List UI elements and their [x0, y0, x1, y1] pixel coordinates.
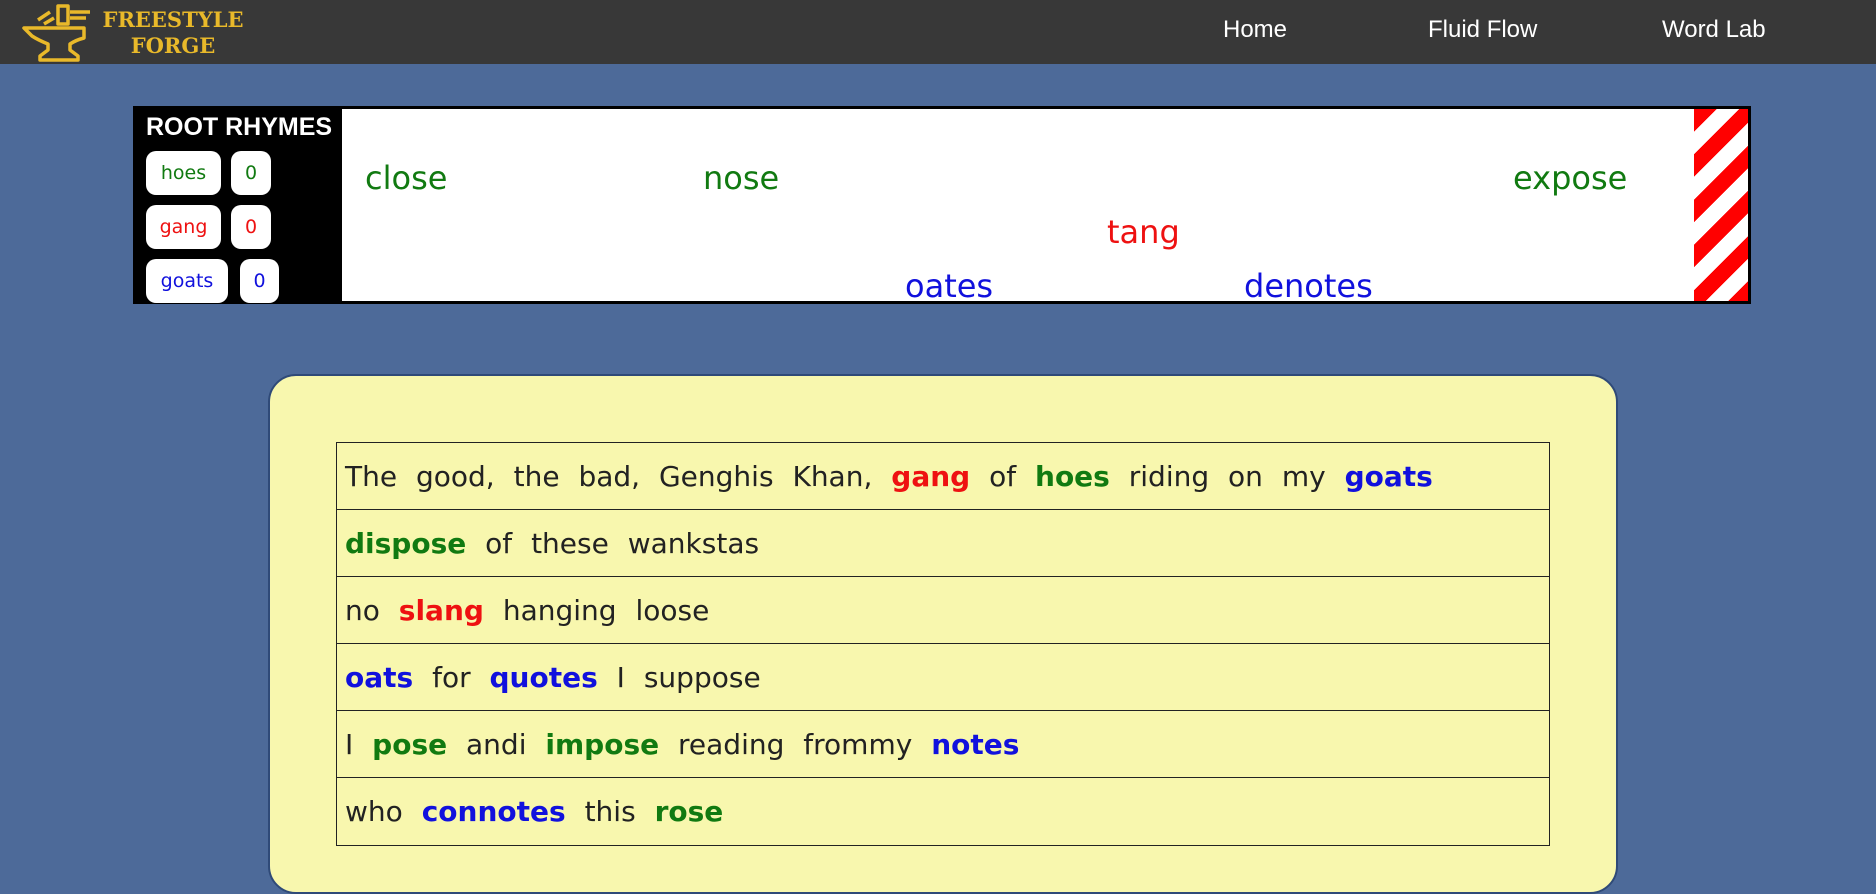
root-rhymes-title: ROOT RHYMES: [145, 113, 333, 141]
lyric-word: my: [1281, 460, 1326, 493]
anvil-icon: [22, 4, 90, 62]
lyric-word: good,: [415, 460, 495, 493]
root-word-hoes[interactable]: hoes: [146, 151, 221, 195]
lyric-word: the: [513, 460, 560, 493]
rhyme-highlight-word: quotes: [489, 661, 598, 694]
rhyme-highlight-word: gang: [891, 460, 971, 493]
root-rhymes-column: ROOT RHYMES hoes 0 gang 0 goats 0: [136, 109, 342, 303]
nav-fluid-flow-link[interactable]: Fluid Flow: [1428, 0, 1537, 60]
logo-line1: FREESTYLE: [102, 7, 244, 32]
lyric-word: andi: [466, 728, 527, 761]
root-count-gang: 0: [231, 205, 271, 249]
lyric-line[interactable]: dispose of these wankstas: [337, 510, 1549, 577]
lyric-word: reading: [678, 728, 785, 761]
lyric-word: of: [485, 527, 513, 560]
root-word-gang[interactable]: gang: [146, 205, 221, 249]
lyric-word: this: [584, 795, 636, 828]
rhyme-highlight-word: dispose: [345, 527, 467, 560]
lyric-word: bad,: [578, 460, 641, 493]
root-count-hoes: 0: [231, 151, 271, 195]
rhyme-word-cloud: close nose expose tang oates denotes: [342, 109, 1694, 305]
rhyme-word[interactable]: denotes: [1244, 266, 1373, 306]
logo-line2: FORGE: [130, 33, 216, 58]
lyric-word: Genghis: [658, 460, 774, 493]
lyric-line[interactable]: who connotes this rose: [337, 778, 1549, 845]
lyric-word: loose: [635, 594, 710, 627]
lyric-line[interactable]: The good, the bad, Genghis Khan, gang of…: [337, 443, 1549, 510]
root-word-goats[interactable]: goats: [146, 259, 228, 303]
lyric-word: The: [345, 460, 398, 493]
nav-home-link[interactable]: Home: [1223, 0, 1287, 60]
rhyme-highlight-word: rose: [654, 795, 724, 828]
lyric-word: frommy: [803, 728, 913, 761]
logo[interactable]: FREESTYLE FORGE: [20, 0, 243, 64]
rhyme-highlight-word: slang: [398, 594, 484, 627]
lyric-word: riding: [1128, 460, 1210, 493]
rhyme-highlight-word: notes: [931, 728, 1020, 761]
lyric-line[interactable]: I pose andi impose reading frommy notes: [337, 711, 1549, 778]
rhyme-word[interactable]: close: [365, 158, 447, 198]
rhyme-highlight-word: oats: [345, 661, 414, 694]
lyric-word: suppose: [643, 661, 761, 694]
lyric-word: hanging: [502, 594, 617, 627]
lyric-word: for: [432, 661, 471, 694]
rhyme-word[interactable]: oates: [905, 266, 993, 306]
navbar: FREESTYLE FORGE Home Fluid Flow Word Lab: [0, 0, 1876, 64]
rhyme-highlight-word: connotes: [421, 795, 566, 828]
lyric-word: who: [345, 795, 403, 828]
lyric-word: on: [1228, 460, 1263, 493]
logo-text: FREESTYLE FORGE: [98, 7, 248, 59]
lyric-word: I: [616, 661, 625, 694]
rhyme-highlight-word: hoes: [1035, 460, 1110, 493]
rhyme-highlight-word: goats: [1344, 460, 1433, 493]
lyric-line[interactable]: oats for quotes I suppose: [337, 644, 1549, 711]
rhyme-highlight-word: pose: [372, 728, 448, 761]
lyric-word: I: [345, 728, 354, 761]
lyric-word: of: [989, 460, 1017, 493]
rhyme-word[interactable]: nose: [703, 158, 779, 198]
lyric-line[interactable]: no slang hanging loose: [337, 577, 1549, 644]
lyric-word: these: [531, 527, 609, 560]
lyric-word: Khan,: [792, 460, 873, 493]
rhyme-word[interactable]: expose: [1513, 158, 1627, 198]
lyrics-table: The good, the bad, Genghis Khan, gang of…: [336, 442, 1550, 846]
rhyme-highlight-word: impose: [545, 728, 660, 761]
rhyme-word[interactable]: tang: [1107, 212, 1180, 252]
warning-stripes: [1694, 109, 1748, 301]
root-count-goats: 0: [240, 259, 279, 303]
nav-word-lab-link[interactable]: Word Lab: [1662, 0, 1766, 60]
lyric-word: wankstas: [627, 527, 760, 560]
rhyme-panel: ROOT RHYMES hoes 0 gang 0 goats 0 close …: [133, 106, 1751, 305]
lyric-word: no: [345, 594, 380, 627]
